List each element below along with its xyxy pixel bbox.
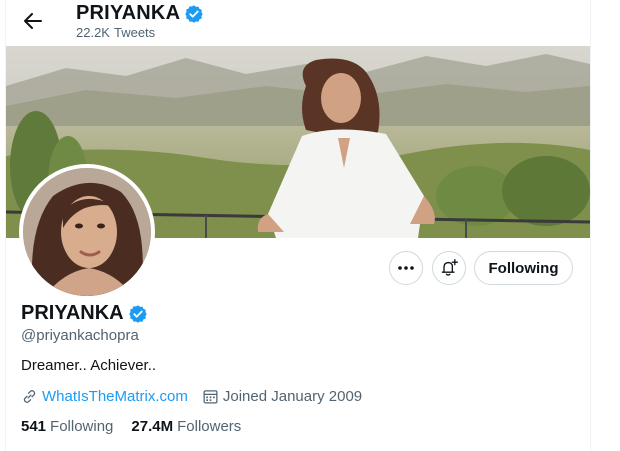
avatar[interactable] [19, 164, 155, 300]
follow-stats: 541 Following 27.4M Followers [21, 418, 259, 435]
followers-label: Followers [177, 418, 242, 435]
avatar-image [23, 168, 151, 296]
profile-meta: WhatIsTheMatrix.com Joined January 2009 [21, 388, 376, 405]
following-label: Following [50, 418, 114, 435]
notifications-button[interactable] [432, 251, 466, 285]
profile-page: PRIYANKA 22.2K Tweets Following PRIYANKA… [5, 0, 591, 451]
profile-handle: @priyankachopra [21, 327, 139, 344]
following-count: 541 [21, 418, 47, 435]
joined-date: Joined January 2009 [222, 388, 363, 405]
following-stat[interactable]: 541 Following [21, 418, 113, 435]
back-button[interactable] [22, 10, 44, 32]
display-name: PRIYANKA [21, 302, 124, 324]
joined-item: Joined January 2009 [202, 388, 362, 405]
website-item: WhatIsTheMatrix.com [21, 388, 188, 405]
more-dots-icon [398, 266, 414, 270]
profile-name: PRIYANKA [21, 302, 148, 325]
calendar-icon [202, 388, 219, 405]
verified-badge-icon [185, 4, 203, 23]
followers-count: 27.4M [131, 418, 174, 435]
more-button[interactable] [389, 251, 423, 285]
header-name: PRIYANKA [76, 2, 181, 24]
followers-stat[interactable]: 27.4M Followers [131, 418, 241, 435]
bell-plus-icon [441, 259, 458, 276]
verified-badge-icon [128, 304, 147, 323]
arrow-left-icon [24, 13, 42, 29]
profile-bio: Dreamer.. Achiever.. [21, 357, 157, 374]
website-link[interactable]: WhatIsTheMatrix.com [42, 388, 188, 405]
link-icon [21, 388, 38, 405]
following-button[interactable]: Following [474, 251, 573, 285]
tweet-count: 22.2K Tweets [76, 25, 156, 40]
header-title: PRIYANKA [76, 2, 204, 25]
